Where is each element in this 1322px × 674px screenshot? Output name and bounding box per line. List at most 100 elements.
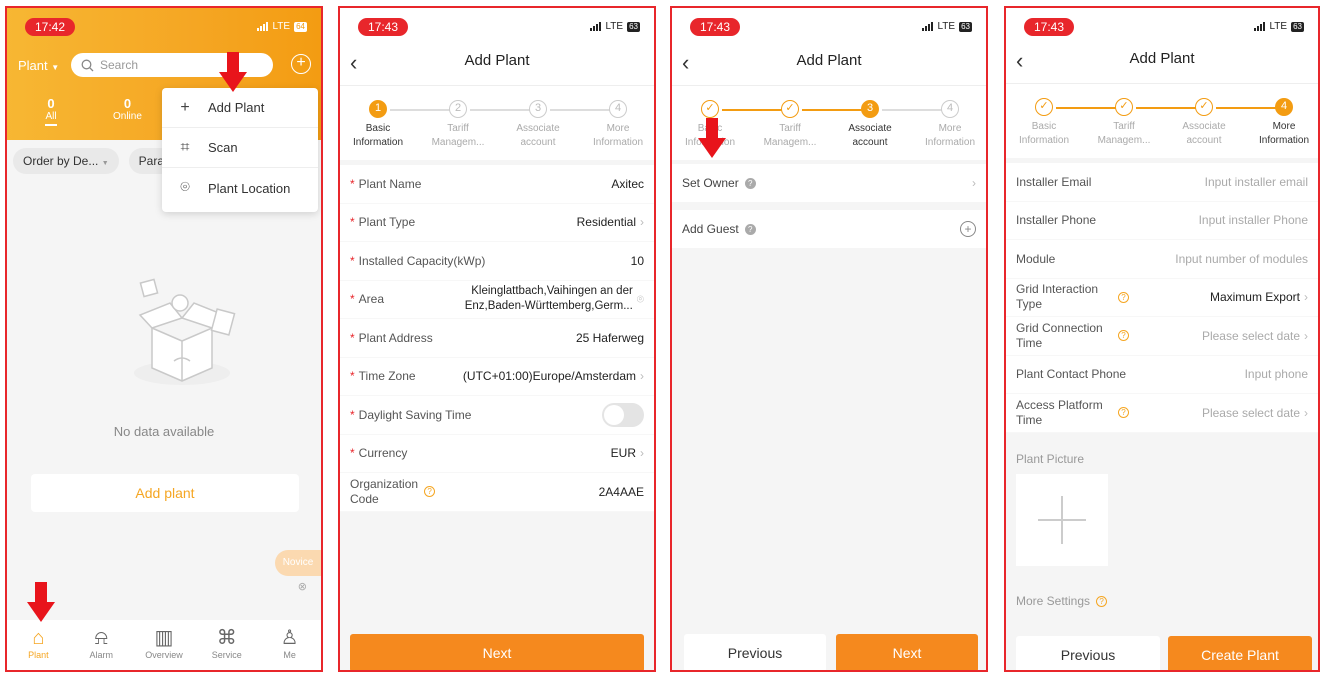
plant-dropdown[interactable]: Plant ▼ (18, 58, 59, 73)
field-plant-name[interactable]: * Plant Name Axitec (340, 165, 654, 204)
field-label: Time Zone (358, 369, 416, 384)
stat-all-count: 0 (47, 96, 55, 111)
step-4: 4 More Information (910, 100, 986, 150)
field-module[interactable]: Module Input number of modules (1006, 240, 1318, 279)
field-currency[interactable]: * Currency EUR › (340, 435, 654, 473)
tab-alarm[interactable]: ⍾ Alarm (70, 620, 133, 670)
menu-location-label: Plant Location (208, 180, 291, 196)
field-plant-contact-phone[interactable]: Plant Contact Phone Input phone (1006, 356, 1318, 394)
plus-icon: + (180, 98, 190, 116)
field-plant-type[interactable]: * Plant Type Residential › (340, 204, 654, 242)
overview-icon: ▥ (154, 627, 174, 649)
field-area[interactable]: * Area Kleinglattbach,Vaihingen an der Enz… (340, 281, 654, 319)
basic-info-form: * Plant Name Axitec * Plant Type Residential… (340, 165, 654, 512)
stat-all-label: All (45, 111, 57, 122)
search-placeholder: Search (100, 58, 139, 72)
field-label: Module (1016, 251, 1056, 266)
set-owner-row[interactable]: Set Owner? › (672, 164, 986, 202)
menu-plant-location[interactable]: ⌾ Plant Location (162, 168, 318, 208)
phone-plant-list: 17:42 LTE 64 Plant ▼ Search + 0 All 0 On… (5, 6, 323, 672)
upload-picture-button[interactable] (1016, 474, 1108, 566)
page-title: Add Plant (1129, 50, 1195, 67)
battery-icon: 63 (627, 21, 640, 32)
step-4: 4 More Information (578, 100, 654, 150)
field-label: Installer Email (1016, 174, 1092, 189)
add-guest-row[interactable]: Add Guest? + (672, 210, 986, 248)
help-icon[interactable]: ? (744, 177, 756, 189)
add-circle-icon[interactable]: + (960, 221, 976, 237)
next-button[interactable]: Next (836, 634, 978, 670)
field-label: Installer Phone (1016, 213, 1097, 228)
more-settings[interactable]: More Settings? (1016, 594, 1108, 608)
field-organization-code[interactable]: Organization Code? 2A4AAE (340, 473, 654, 512)
stat-online[interactable]: 0 Online (113, 96, 142, 122)
check-icon: ✓ (701, 100, 719, 118)
novice-guide-button[interactable]: Novice (275, 550, 321, 576)
step-2-label: Tariff Managem... (1097, 121, 1151, 146)
add-menu-popup: + Add Plant ⌗ Scan ⌾ Plant Location (162, 88, 318, 212)
create-plant-button[interactable]: Create Plant (1168, 636, 1312, 670)
status-bar: 17:43 LTE 63 (340, 8, 654, 38)
nav-bar: ‹ Add Plant (672, 38, 986, 86)
help-icon[interactable]: ? (1096, 596, 1108, 608)
signal-icon (1254, 22, 1266, 31)
step-4-dot: 4 (1275, 98, 1293, 116)
status-time: 17:42 (25, 18, 76, 36)
chevron-right-icon: › (1304, 328, 1308, 343)
step-3-dot: 3 (529, 100, 547, 118)
status-time: 17:43 (1024, 18, 1075, 36)
help-icon[interactable]: ? (424, 486, 436, 498)
add-plant-button[interactable]: Add plant (31, 474, 299, 512)
tab-plant[interactable]: ⌂ Plant (7, 620, 70, 670)
more-settings-label: More Settings (1016, 594, 1091, 608)
chevron-right-icon: › (1304, 405, 1308, 420)
field-value: 25 Haferweg (575, 330, 644, 345)
check-icon: ✓ (781, 100, 799, 118)
field-value: 10 (630, 253, 644, 268)
stat-online-count: 0 (123, 96, 132, 111)
field-access-platform-time[interactable]: Access Platform Time? Please select date › (1006, 394, 1318, 433)
set-owner-label: Set Owner (682, 176, 739, 190)
next-button[interactable]: Next (350, 634, 644, 670)
status-time: 17:43 (358, 18, 409, 36)
red-arrow-annotation (27, 582, 55, 622)
red-arrow-annotation (698, 118, 726, 158)
help-icon[interactable]: ? (1118, 407, 1129, 419)
field-grid-interaction-type[interactable]: Grid Interaction Type? Maximum Export › (1006, 279, 1318, 317)
field-time-zone[interactable]: * Time Zone (UTC+01:00)Europe/Amsterdam › (340, 358, 654, 396)
help-icon[interactable]: ? (1118, 330, 1129, 342)
field-installer-email[interactable]: Installer Email Input installer email (1006, 163, 1318, 202)
help-icon[interactable]: ? (744, 223, 756, 235)
order-filter[interactable]: Order by De... ▼ (13, 148, 119, 174)
field-value: EUR (610, 446, 636, 461)
param-filter-label: Para (138, 154, 164, 168)
field-grid-connection-time[interactable]: Grid Connection Time? Please select date › (1006, 317, 1318, 356)
previous-button[interactable]: Previous (684, 634, 826, 670)
check-icon: ✓ (1195, 98, 1213, 116)
menu-scan[interactable]: ⌗ Scan (162, 128, 318, 168)
step-3-dot: 3 (861, 100, 879, 118)
field-plant-address[interactable]: * Plant Address 25 Haferweg (340, 319, 654, 358)
location-pin-icon[interactable]: ⌾ (637, 292, 644, 307)
tab-overview[interactable]: ▥ Overview (133, 620, 196, 670)
add-menu-button[interactable]: + (291, 54, 311, 74)
step-3: 3 Associate account (498, 100, 578, 150)
tab-me[interactable]: ♙ Me (258, 620, 321, 670)
step-3: 3 Associate account (830, 100, 910, 150)
signal-icon (922, 22, 934, 31)
step-2-label: Tariff Managem... (763, 123, 817, 148)
step-3-label: Associate account (848, 123, 892, 148)
previous-button[interactable]: Previous (1016, 636, 1160, 670)
step-4-label: More Information (1258, 121, 1310, 146)
stat-all[interactable]: 0 All (45, 96, 57, 126)
red-arrow-annotation (219, 52, 247, 92)
daylight-saving-toggle[interactable] (602, 402, 644, 427)
help-icon[interactable]: ? (1118, 291, 1129, 303)
empty-state-text: No data available (113, 424, 215, 439)
step-4-label: More Information (592, 123, 644, 148)
menu-add-plant[interactable]: + Add Plant (162, 88, 318, 128)
close-icon[interactable]: ⊗ (298, 580, 307, 593)
field-installed-capacity[interactable]: * Installed Capacity(kWp) 10 (340, 242, 654, 281)
field-installer-phone[interactable]: Installer Phone Input installer Phone (1006, 202, 1318, 240)
tab-service[interactable]: ⌘ Service (195, 620, 258, 670)
